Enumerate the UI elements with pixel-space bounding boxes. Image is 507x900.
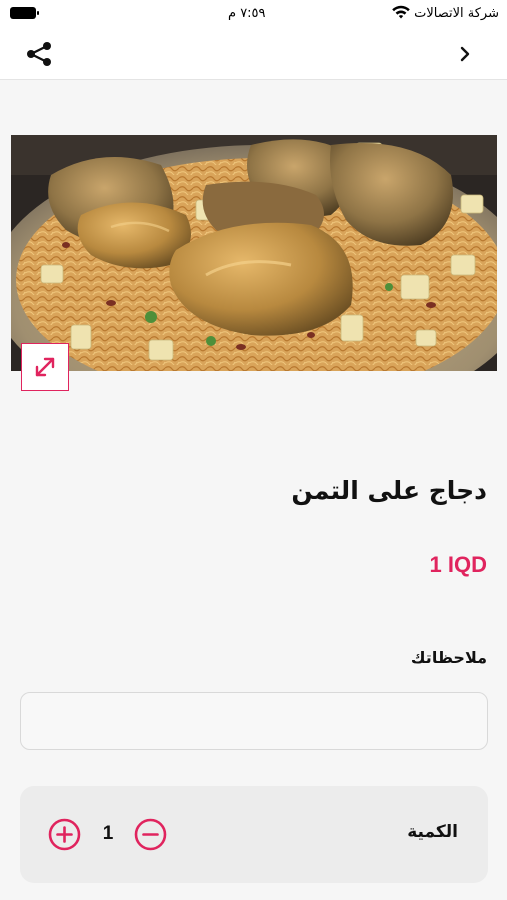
status-bar: شركة الاتصالات ٧:٥٩ م	[0, 0, 507, 28]
notes-field[interactable]	[20, 692, 488, 750]
dish-illustration	[11, 135, 497, 371]
product-price: 1 IQD	[429, 552, 487, 577]
carrier-name: شركة الاتصالات	[414, 6, 499, 21]
clock: ٧:٥٩ م	[228, 6, 266, 21]
quantity-label: الكمية	[407, 822, 458, 842]
share-icon[interactable]	[24, 39, 54, 69]
notes-label: ملاحظاتك	[410, 648, 487, 667]
quantity-card: الكمية 1	[20, 786, 488, 883]
chevron-right-icon[interactable]	[455, 42, 477, 66]
plus-circle-icon[interactable]	[48, 818, 81, 851]
top-navigation-bar	[0, 28, 507, 80]
minus-circle-icon[interactable]	[134, 818, 167, 851]
product-image	[11, 135, 497, 371]
expand-image-button[interactable]	[21, 343, 69, 391]
quantity-value: 1	[102, 823, 114, 844]
product-title: دجاج على التمن	[291, 476, 487, 505]
expand-icon	[35, 357, 55, 377]
wifi-icon	[392, 5, 410, 19]
battery-icon	[10, 7, 39, 19]
